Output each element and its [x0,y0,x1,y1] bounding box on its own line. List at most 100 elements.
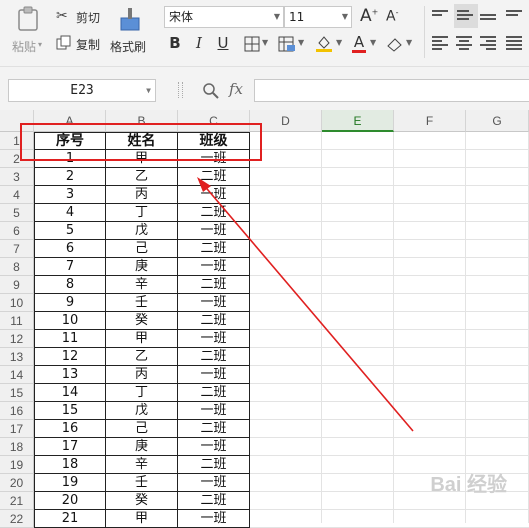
table-cell[interactable]: 丁 [106,384,178,402]
table-cell[interactable]: 9 [34,294,106,312]
table-cell[interactable]: 一班 [178,222,250,240]
table-cell[interactable]: 3 [34,186,106,204]
font-color-button[interactable]: A [350,32,368,53]
row-header[interactable]: 17 [0,420,34,438]
table-cell[interactable]: 一班 [178,474,250,492]
cell-style-icon[interactable] [278,36,296,52]
table-cell[interactable]: 甲 [106,330,178,348]
table-cell[interactable]: 戊 [106,222,178,240]
row-header[interactable]: 7 [0,240,34,258]
align-right-icon[interactable] [480,34,498,50]
table-cell[interactable]: 一班 [178,258,250,276]
formula-input[interactable] [254,79,529,102]
table-cell[interactable]: 二班 [178,276,250,294]
row-header[interactable]: 11 [0,312,34,330]
align-middle-icon[interactable] [454,4,478,28]
table-cell[interactable]: 二班 [178,456,250,474]
row-header[interactable]: 10 [0,294,34,312]
table-cell[interactable]: 丙 [106,186,178,204]
column-header-g[interactable]: G [466,110,529,132]
chevron-down-icon[interactable]: ▼ [336,38,342,47]
table-cell[interactable]: 癸 [106,312,178,330]
table-cell[interactable]: 15 [34,402,106,420]
table-cell[interactable]: 壬 [106,474,178,492]
table-cell[interactable]: 辛 [106,276,178,294]
table-cell[interactable]: 一班 [178,294,250,312]
table-cell[interactable]: 癸 [106,492,178,510]
font-name-select[interactable]: 宋体 ▼ [164,6,284,28]
format-painter-button[interactable]: 格式刷 [110,4,152,60]
table-cell[interactable]: 14 [34,384,106,402]
table-cell[interactable]: 戊 [106,402,178,420]
eraser-icon[interactable] [386,36,404,52]
table-cell[interactable]: 20 [34,492,106,510]
row-header[interactable]: 5 [0,204,34,222]
table-cell[interactable]: 4 [34,204,106,222]
table-cell[interactable]: 己 [106,240,178,258]
italic-button[interactable]: I [190,34,208,52]
cut-button[interactable]: ✂ 剪切 [56,8,106,26]
copy-button[interactable]: 复制 [56,35,106,53]
paste-button[interactable]: 粘贴 ▾ [8,4,48,60]
row-header[interactable]: 9 [0,276,34,294]
increase-font-icon[interactable]: A+ [360,6,378,26]
table-cell[interactable]: 17 [34,438,106,456]
table-cell[interactable]: 13 [34,366,106,384]
bold-button[interactable]: B [166,34,184,52]
table-cell[interactable]: 8 [34,276,106,294]
table-cell[interactable]: 6 [34,240,106,258]
table-cell[interactable]: 二班 [178,312,250,330]
row-header[interactable]: 6 [0,222,34,240]
chevron-down-icon[interactable]: ▼ [370,38,376,47]
table-cell[interactable]: 7 [34,258,106,276]
fill-color-icon[interactable] [315,34,333,52]
table-cell[interactable]: 乙 [106,348,178,366]
row-header[interactable]: 22 [0,510,34,528]
table-cell[interactable]: 一班 [178,186,250,204]
table-cell[interactable]: 二班 [178,348,250,366]
table-cell[interactable]: 11 [34,330,106,348]
row-header[interactable]: 18 [0,438,34,456]
spreadsheet-grid[interactable]: A B C D E F G 1 2 3 4 5 6 7 8 9 10 11 12 13 14 15 16 17 18 19 20 21… [0,110,529,528]
paste-dropdown-icon[interactable]: ▾ [38,40,42,49]
table-cell[interactable]: 一班 [178,438,250,456]
table-cell[interactable]: 16 [34,420,106,438]
table-cell[interactable]: 19 [34,474,106,492]
table-cell[interactable]: 庚 [106,258,178,276]
decrease-font-icon[interactable]: A- [386,8,398,25]
table-cell[interactable]: 丁 [106,204,178,222]
chevron-down-icon[interactable]: ▼ [298,38,304,47]
table-cell[interactable]: 二班 [178,420,250,438]
row-header[interactable]: 19 [0,456,34,474]
table-cell[interactable]: 10 [34,312,106,330]
table-cell[interactable]: 壬 [106,294,178,312]
underline-button[interactable]: U [214,34,232,52]
align-bottom-icon[interactable] [480,12,498,28]
row-header[interactable]: 12 [0,330,34,348]
table-cell[interactable]: 辛 [106,456,178,474]
row-header[interactable]: 8 [0,258,34,276]
row-header[interactable]: 15 [0,384,34,402]
column-header-e[interactable]: E [322,110,394,132]
table-cell[interactable]: 二班 [178,384,250,402]
table-cell[interactable]: 一班 [178,366,250,384]
font-size-select[interactable]: 11 ▼ [284,6,352,28]
row-header[interactable]: 14 [0,366,34,384]
row-header[interactable]: 13 [0,348,34,366]
table-cell[interactable]: 二班 [178,240,250,258]
table-cell[interactable]: 甲 [106,510,178,528]
table-cell[interactable]: 一班 [178,510,250,528]
table-cell[interactable]: 丙 [106,366,178,384]
row-header[interactable]: 20 [0,474,34,492]
row-header[interactable]: 3 [0,168,34,186]
table-cell[interactable]: 21 [34,510,106,528]
table-cell[interactable]: 二班 [178,168,250,186]
align-left-icon[interactable] [432,34,450,50]
table-cell[interactable]: 二班 [178,492,250,510]
chevron-down-icon[interactable]: ▼ [406,38,412,47]
table-cell[interactable]: 一班 [178,330,250,348]
table-cell[interactable]: 己 [106,420,178,438]
row-header[interactable]: 4 [0,186,34,204]
align-top-icon[interactable] [432,8,450,24]
wrap-text-icon[interactable] [506,8,524,24]
